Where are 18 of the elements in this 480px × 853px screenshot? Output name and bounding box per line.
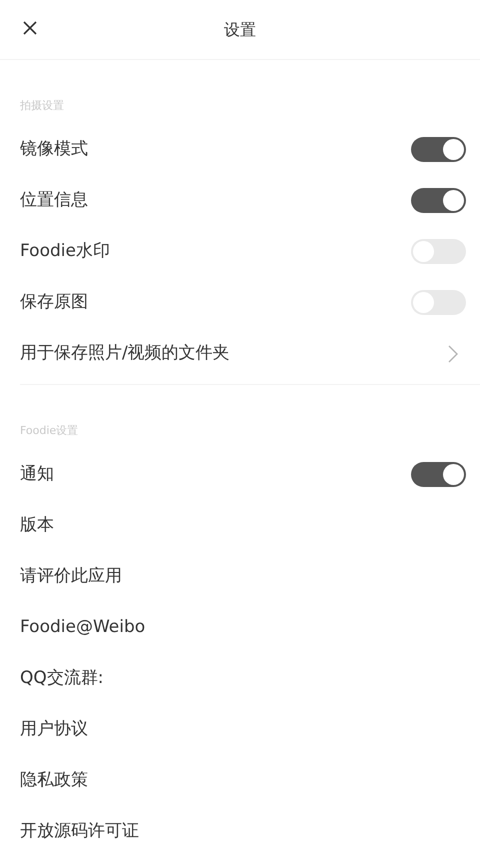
setting-label[interactable]: 位置信息 xyxy=(20,188,88,214)
setting-label[interactable]: QQ交流群: xyxy=(20,666,104,692)
toggle-switch[interactable] xyxy=(411,188,466,213)
setting-label[interactable]: 用于保存照片/视频的文件夹 xyxy=(20,340,230,366)
setting-label[interactable]: 开放源码许可证 xyxy=(20,818,139,844)
setting-label[interactable]: 保存原图 xyxy=(20,290,88,316)
setting-label[interactable]: Foodie水印 xyxy=(20,238,110,264)
setting-label[interactable]: 请评价此应用 xyxy=(20,564,122,590)
setting-label[interactable]: 镜像模式 xyxy=(20,136,88,162)
close-icon[interactable] xyxy=(22,20,38,36)
setting-label[interactable]: 通知 xyxy=(20,462,54,488)
setting-label[interactable]: Foodie@Weibo xyxy=(20,614,146,640)
toggle-switch[interactable] xyxy=(411,462,466,487)
toggle-switch[interactable] xyxy=(411,137,466,162)
setting-label[interactable]: 版本 xyxy=(20,512,54,538)
page-title: 设置 xyxy=(224,18,256,40)
setting-label[interactable]: 用户协议 xyxy=(20,716,88,742)
setting-label[interactable]: 隐私政策 xyxy=(20,768,88,794)
